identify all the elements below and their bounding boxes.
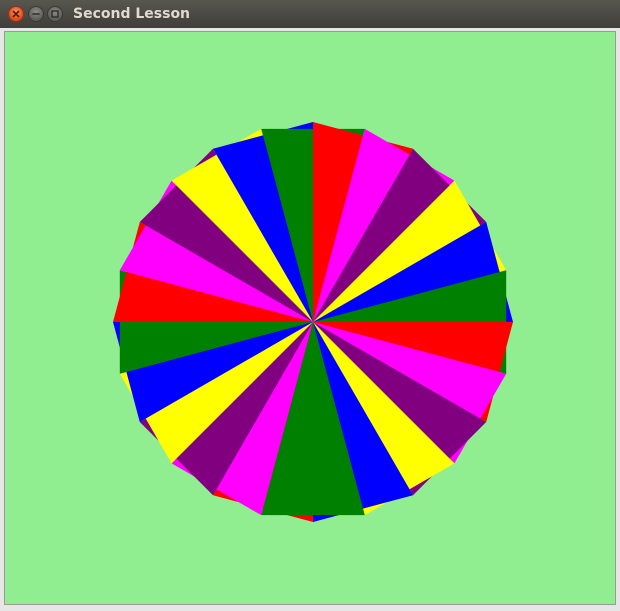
minimize-button[interactable] [28, 6, 44, 22]
maximize-button[interactable] [47, 6, 63, 22]
canvas-drawing [5, 32, 615, 604]
pinwheel [113, 122, 513, 522]
title-bar[interactable]: Second Lesson [0, 0, 620, 29]
close-icon [12, 10, 20, 18]
window-title: Second Lesson [73, 6, 191, 22]
drawing-canvas[interactable] [4, 31, 616, 605]
close-button[interactable] [8, 6, 24, 22]
maximize-icon [51, 10, 59, 18]
application-window: Second Lesson [0, 0, 620, 611]
minimize-icon [32, 13, 40, 15]
